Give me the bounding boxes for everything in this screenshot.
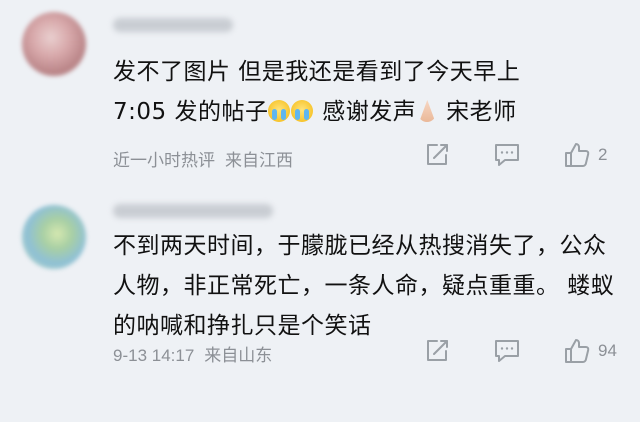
comment-text: 发不了图片 但是我还是看到了今天早上 7:05 发的帖子 感谢发声 宋老师 bbox=[113, 52, 622, 132]
username-blurred[interactable] bbox=[113, 18, 233, 32]
crying-emoji-icon bbox=[268, 100, 291, 122]
comment-text: 不到两天时间，于朦胧已经从热搜消失了，公众人物，非正常死亡，一条人命，疑点重重。… bbox=[113, 233, 615, 339]
share-icon[interactable] bbox=[422, 336, 452, 366]
avatar[interactable] bbox=[22, 205, 86, 269]
thumbs-up-icon[interactable] bbox=[562, 336, 592, 366]
like-button[interactable]: 2 bbox=[562, 140, 622, 170]
comment-location: 来自江西 bbox=[225, 151, 293, 170]
praying-hands-emoji-icon bbox=[419, 100, 436, 122]
thumbs-up-icon[interactable] bbox=[562, 140, 592, 170]
username-blurred[interactable] bbox=[113, 204, 273, 218]
comment-text-segment: 宋老师 bbox=[438, 99, 517, 125]
like-count: 2 bbox=[598, 145, 608, 164]
like-button[interactable]: 94 bbox=[562, 336, 622, 366]
comment-time: 近一小时热评 bbox=[113, 151, 215, 170]
comment-item: 发不了图片 但是我还是看到了今天早上 7:05 发的帖子 感谢发声 宋老师 近一… bbox=[0, 0, 640, 196]
comment-text-segment: 7:05 发的帖子 bbox=[113, 99, 269, 125]
comment-meta: 9-13 14:17 来自山东 bbox=[113, 341, 272, 366]
comment-location: 来自山东 bbox=[204, 346, 273, 365]
comment-actions: 94 bbox=[422, 336, 622, 366]
comment-text-segment: 感谢发声 bbox=[314, 99, 417, 125]
avatar[interactable] bbox=[22, 12, 86, 76]
comment-actions: 2 bbox=[422, 140, 622, 170]
comment-text-line: 发不了图片 但是我还是看到了今天早上 bbox=[113, 59, 521, 85]
comment-meta: 近一小时热评 来自江西 bbox=[113, 146, 293, 171]
like-count: 94 bbox=[598, 341, 617, 360]
reply-icon[interactable] bbox=[492, 336, 522, 366]
comment-item: 不到两天时间，于朦胧已经从热搜消失了，公众人物，非正常死亡，一条人命，疑点重重。… bbox=[0, 196, 640, 422]
reply-icon[interactable] bbox=[492, 140, 522, 170]
crying-emoji-icon bbox=[291, 100, 314, 122]
comment-time: 9-13 14:17 bbox=[113, 346, 195, 365]
share-icon[interactable] bbox=[422, 140, 452, 170]
